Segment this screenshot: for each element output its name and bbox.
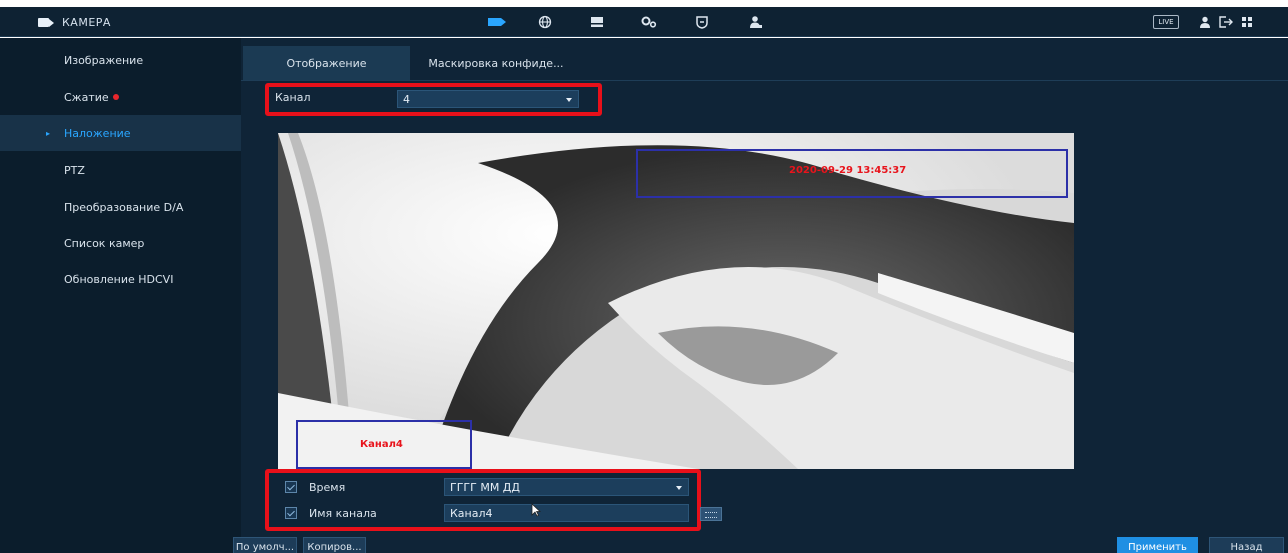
sidebar-item-ptz[interactable]: PTZ (0, 152, 241, 188)
channel-name-label: Имя канала (309, 507, 377, 520)
channel-select-value: 4 (403, 92, 410, 106)
sidebar-item-compression[interactable]: Сжатие (0, 79, 241, 115)
chevron-down-icon (566, 98, 572, 102)
sidebar-item-da-conversion[interactable]: Преобразование D/A (0, 189, 241, 225)
logout-icon[interactable] (1219, 7, 1235, 37)
channel-label: Канал (275, 91, 311, 104)
mouse-cursor-icon (531, 502, 542, 521)
network-icon[interactable] (533, 7, 557, 37)
channel-name-checkbox[interactable] (285, 507, 297, 519)
default-button[interactable]: По умолч... (233, 537, 297, 553)
channel-select[interactable]: 4 (397, 90, 579, 108)
active-arrow-icon: ▸ (46, 128, 51, 138)
time-checkbox[interactable] (285, 481, 297, 493)
video-preview: 2020-09-29 13:45:37 Канал4 (278, 133, 1074, 469)
channel-name-value: Канал4 (450, 506, 493, 520)
tab-label: Маскировка конфиде... (428, 56, 564, 70)
back-button-label: Назад (1230, 541, 1263, 553)
camera-icon[interactable] (484, 7, 508, 37)
sidebar-item-label: Преобразование D/A (64, 200, 184, 214)
top-navigation-bar: КАМЕРА LIVE (0, 7, 1288, 37)
security-icon[interactable] (690, 7, 714, 37)
sidebar-item-image[interactable]: Изображение (0, 42, 241, 78)
channel-name-input[interactable]: Канал4 (444, 504, 689, 522)
account-icon[interactable] (744, 7, 768, 37)
sidebar-item-overlay[interactable]: ▸ Наложение (0, 115, 241, 151)
sidebar-item-label: Наложение (64, 126, 131, 140)
notification-dot (112, 94, 119, 100)
sidebar-item-label: Обновление HDCVI (64, 272, 174, 286)
live-label: LIVE (1158, 18, 1174, 26)
tab-label: Отображение (286, 56, 367, 70)
sidebar-item-label: Изображение (64, 53, 144, 67)
copy-button[interactable]: Копиров... (303, 537, 366, 553)
copy-button-label: Копиров... (307, 541, 362, 553)
date-format-value: ГГГГ ММ ДД (450, 480, 520, 494)
apply-button[interactable]: Применить (1117, 537, 1198, 553)
time-label: Время (309, 481, 346, 494)
apply-button-label: Применить (1128, 541, 1187, 553)
sidebar-item-label: Сжатие (64, 90, 109, 104)
user-icon[interactable] (1199, 7, 1211, 37)
sidebar-item-label: PTZ (64, 163, 85, 177)
tab-display[interactable]: Отображение (243, 46, 410, 80)
time-overlay-text: 2020-09-29 13:45:37 (789, 165, 907, 176)
app-title: КАМЕРА (38, 7, 111, 37)
chevron-down-icon (676, 486, 682, 490)
storage-icon[interactable] (585, 7, 609, 37)
tab-privacy-mask[interactable]: Маскировка конфиде... (410, 46, 582, 80)
keyboard-icon[interactable] (700, 507, 722, 521)
system-icon[interactable] (637, 7, 661, 37)
default-button-label: По умолч... (235, 541, 295, 553)
camera-menu-icon (38, 17, 54, 27)
sidebar: Изображение Сжатие ▸ Наложение PTZ Преоб… (0, 38, 241, 553)
channel-overlay-text: Канал4 (360, 439, 403, 450)
sidebar-item-label: Список камер (64, 236, 145, 250)
main-panel: Отображение Маскировка конфиде... Канал … (233, 38, 1288, 553)
app-title-label: КАМЕРА (62, 15, 111, 29)
back-button[interactable]: Назад (1209, 537, 1284, 553)
date-format-select[interactable]: ГГГГ ММ ДД (444, 478, 689, 496)
menu-grid-icon[interactable] (1241, 7, 1253, 37)
live-view-button[interactable]: LIVE (1153, 15, 1179, 29)
sidebar-item-hdcvi-update[interactable]: Обновление HDCVI (0, 261, 241, 297)
tabs-divider (241, 80, 1288, 81)
sidebar-item-camera-list[interactable]: Список камер (0, 225, 241, 261)
